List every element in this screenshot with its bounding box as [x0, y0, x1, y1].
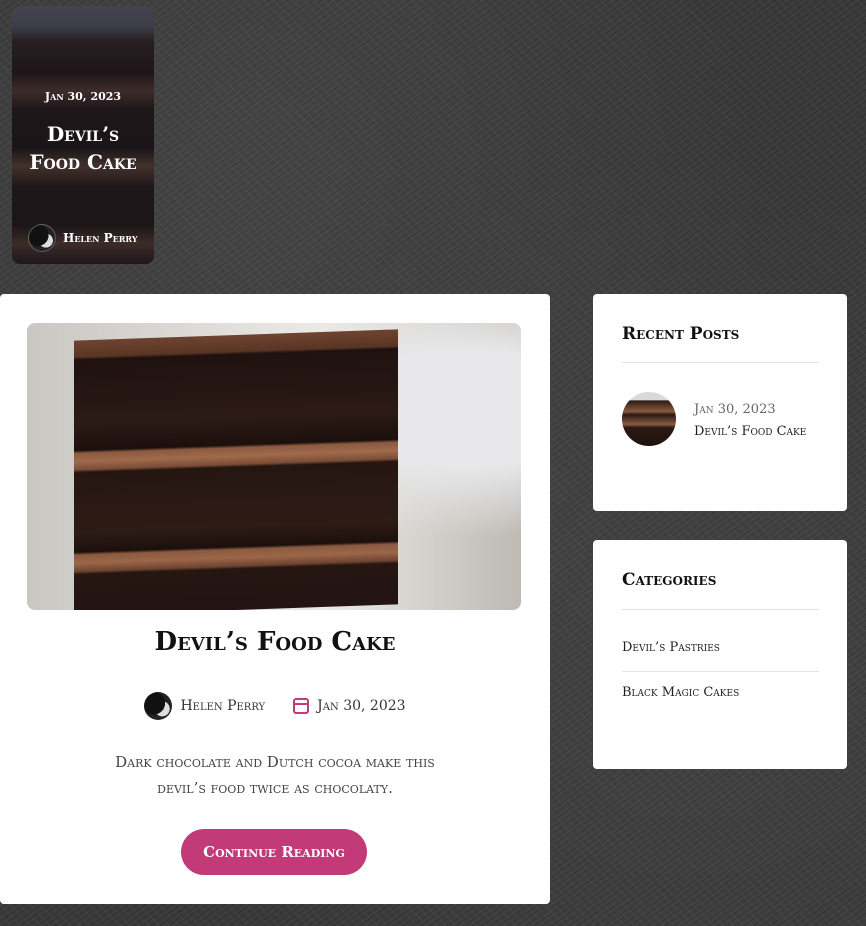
calendar-icon [293, 698, 310, 714]
recent-posts-widget: Recent Posts Jan 30, 2023 Devil’s Food C… [593, 294, 847, 511]
widget-title: Categories [622, 570, 717, 590]
slide-title[interactable]: Devil’s Food Cake [20, 120, 146, 176]
post-title[interactable]: Devil’s Food Cake [0, 627, 550, 657]
post-card: Devil’s Food Cake Helen Perry Jan 30, 20… [0, 294, 550, 904]
post-author-name[interactable]: Helen Perry [180, 698, 265, 714]
post-featured-image[interactable] [27, 323, 521, 610]
divider [622, 362, 819, 363]
recent-post-thumbnail[interactable] [622, 392, 676, 446]
divider [622, 609, 819, 610]
slide-author[interactable]: Helen Perry [28, 224, 138, 252]
author-avatar [144, 692, 173, 720]
featured-slide[interactable]: Jan 30, 2023 Devil’s Food Cake Helen Per… [12, 6, 154, 264]
author-avatar [28, 224, 56, 252]
continue-reading-button[interactable]: Continue Reading [181, 829, 367, 875]
slide-author-name[interactable]: Helen Perry [63, 231, 138, 245]
recent-post-title[interactable]: Devil’s Food Cake [694, 424, 806, 439]
post-date-text: Jan 30, 2023 [317, 698, 406, 714]
slide-date: Jan 30, 2023 [44, 90, 122, 103]
category-link[interactable]: Devil’s Pastries [622, 640, 720, 655]
cake-image [74, 329, 398, 610]
category-link[interactable]: Black Magic Cakes [622, 685, 739, 700]
widget-title: Recent Posts [622, 324, 740, 344]
categories-widget: Categories Devil’s Pastries Black Magic … [593, 540, 847, 769]
post-author[interactable]: Helen Perry [144, 692, 265, 720]
post-date: Jan 30, 2023 [293, 698, 406, 714]
divider [622, 671, 819, 672]
post-excerpt: Dark chocolate and Dutch cocoa make this… [115, 753, 435, 797]
recent-post-date: Jan 30, 2023 [694, 402, 776, 417]
post-meta: Helen Perry Jan 30, 2023 [0, 692, 550, 720]
